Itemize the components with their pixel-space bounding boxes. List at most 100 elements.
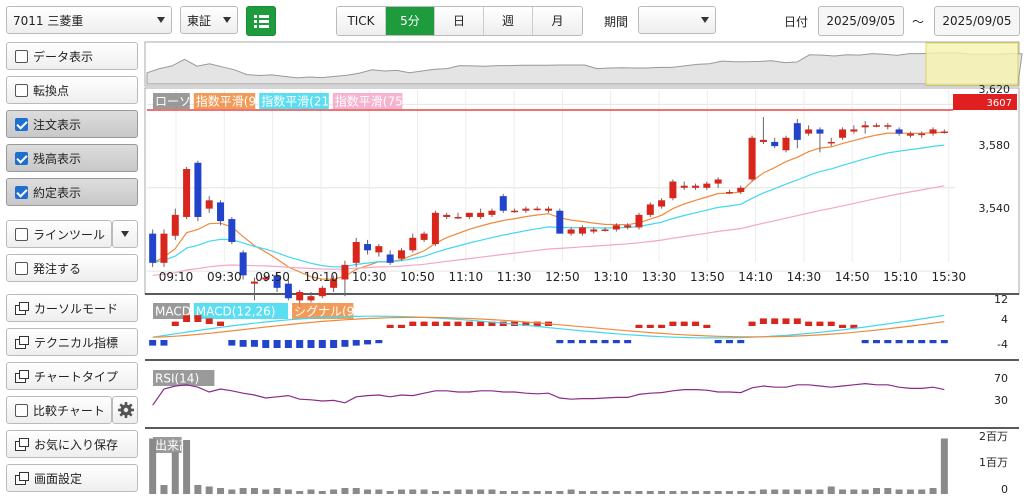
candle-body <box>692 185 700 188</box>
volume-bar <box>318 491 326 494</box>
candle-body <box>522 208 530 211</box>
volume-bar <box>228 489 236 494</box>
rsi-legend-label: RSI(14) <box>155 372 199 386</box>
time-axis-label: 10:30 <box>352 270 387 284</box>
macd-hist-bar <box>703 324 711 328</box>
macd-hist-bar <box>759 318 767 324</box>
candle-body <box>590 229 598 232</box>
candle-body <box>771 141 779 147</box>
macd-hist-bar <box>443 321 451 326</box>
candle-body <box>612 225 620 230</box>
macd-hist-bar <box>782 318 790 324</box>
candle-body <box>793 123 801 140</box>
macd-hist-bar <box>601 340 609 344</box>
price-axis-label: 3,620 <box>979 83 1011 96</box>
volume-bar <box>375 489 383 494</box>
volume-bar <box>522 491 530 494</box>
candle-body <box>296 292 304 301</box>
macd-hist-bar <box>341 340 349 347</box>
candle-body <box>284 283 292 299</box>
volume-bar <box>861 489 869 494</box>
macd-hist-bar <box>929 340 937 344</box>
macd-hist-bar <box>737 340 745 344</box>
volume-axis-label: 0 <box>1001 483 1008 496</box>
candle-body <box>725 191 733 194</box>
candle-body <box>669 181 677 199</box>
volume-bar <box>771 489 779 494</box>
candle-body <box>545 208 552 211</box>
macd-hist-bar <box>805 321 813 326</box>
volume-bar <box>296 491 304 494</box>
time-axis-label: 15:30 <box>932 270 967 284</box>
macd-hist-bar <box>725 340 733 344</box>
candle-body <box>341 264 349 280</box>
volume-bar <box>364 489 372 494</box>
macd-hist-bar <box>307 340 315 348</box>
volume-bar <box>793 489 801 494</box>
macd-hist-bar <box>556 340 564 344</box>
volume-bar <box>262 489 270 494</box>
macd-hist-bar <box>669 321 677 326</box>
macd-hist-bar <box>861 340 869 344</box>
volume-bar <box>273 488 281 494</box>
candle-body <box>884 125 892 127</box>
candle-body <box>635 214 643 228</box>
candle-body <box>431 212 439 245</box>
candle-body <box>420 233 428 240</box>
volume-bar <box>556 491 564 494</box>
candle-body <box>409 237 417 251</box>
volume-bar <box>748 491 756 494</box>
volume-bar <box>578 491 586 494</box>
time-axis-label: 11:30 <box>497 270 532 284</box>
volume-bar <box>205 486 213 494</box>
volume-bar <box>703 491 711 494</box>
volume-bar <box>624 491 632 494</box>
volume-bar <box>929 488 937 494</box>
candle-body <box>646 204 654 215</box>
volume-bar <box>725 491 733 494</box>
volume-bar <box>737 491 745 494</box>
volume-bar <box>431 491 439 494</box>
candle-body <box>477 212 485 217</box>
volume-bar <box>397 489 405 494</box>
time-axis-label: 15:10 <box>883 270 918 284</box>
candle-body <box>737 187 745 192</box>
macd-hist-bar <box>872 340 880 344</box>
macd-hist-bar <box>217 321 225 326</box>
macd-hist-bar <box>884 340 892 344</box>
rsi-axis-label: 70 <box>994 372 1008 385</box>
volume-bar <box>239 488 247 494</box>
chart-area[interactable]: 3607 3,620 3,580 3,540 09:10 09:30 09:50 10:10 1… <box>0 0 1024 500</box>
volume-axis-label: 1百万 <box>979 456 1008 469</box>
candle-body <box>680 185 688 188</box>
volume-bar <box>477 489 485 494</box>
candle-body <box>205 200 213 209</box>
macd-hist-bar <box>262 340 270 348</box>
volume-bar <box>816 489 824 494</box>
volume-bar <box>341 488 349 494</box>
candle-body <box>160 233 168 263</box>
rsi-line <box>152 382 945 406</box>
macd-hist-bar <box>793 318 801 324</box>
candle-body <box>183 169 191 217</box>
volume-bar <box>692 491 700 494</box>
candle-body <box>895 129 903 134</box>
macd-axis-label: 12 <box>994 293 1008 306</box>
macd-hist-bar <box>748 321 756 326</box>
volume-bar <box>284 489 292 494</box>
macd-hist-bar <box>205 318 213 324</box>
macd-hist-bar <box>352 340 360 346</box>
macd-hist-bar <box>454 321 462 326</box>
volume-bar <box>465 489 473 494</box>
volume-bar <box>409 489 417 494</box>
macd-hist-bar <box>228 340 236 346</box>
volume-bar <box>590 491 598 494</box>
overview-selection <box>925 42 1019 86</box>
candle-body <box>488 210 496 215</box>
volume-bar <box>658 491 666 494</box>
time-axis-label: 13:50 <box>690 270 725 284</box>
macd-hist-bar <box>250 340 258 347</box>
price-panel <box>144 87 1020 295</box>
macd-hist-bar <box>330 340 338 348</box>
volume-axis-label: 2百万 <box>979 430 1008 443</box>
